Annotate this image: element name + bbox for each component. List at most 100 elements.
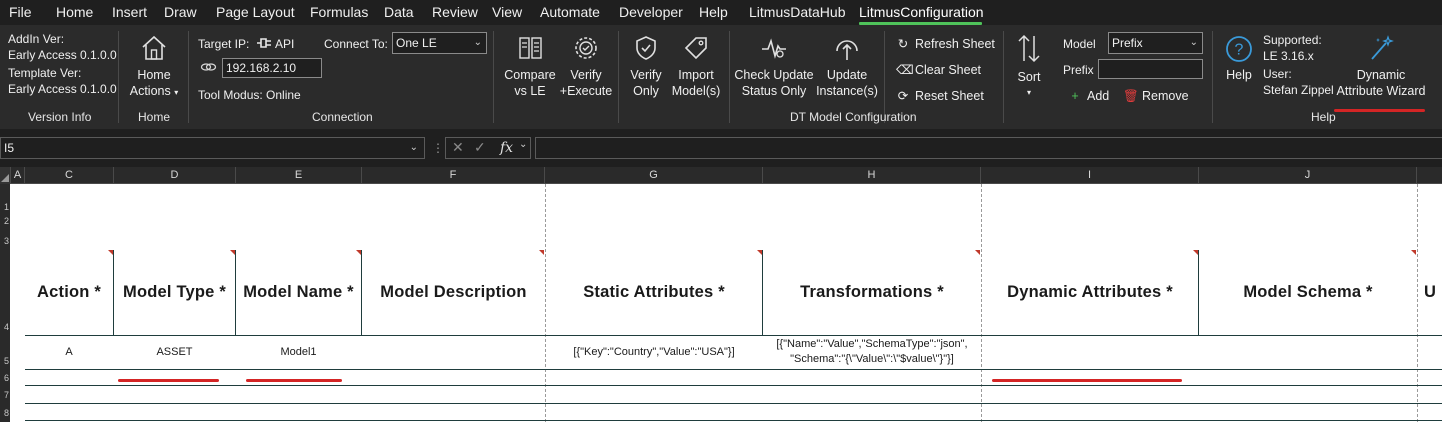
verify-execute-label-1: Verify <box>570 68 602 82</box>
column-headers: A C D E F G H I J <box>0 167 1442 184</box>
column-header-d[interactable]: D <box>114 167 236 184</box>
shield-check-icon <box>636 36 656 60</box>
column-header-partial[interactable] <box>1417 167 1442 184</box>
update-instances-button[interactable]: Update Instance(s) <box>816 33 878 99</box>
header-dynamic-attributes[interactable]: Dynamic Attributes * <box>981 250 1199 335</box>
remove-button[interactable]: 🗑 Remove <box>1123 88 1189 104</box>
cell-model-type[interactable]: ASSET <box>114 346 235 358</box>
connect-to-select[interactable]: One LE ⌄ <box>392 32 487 54</box>
ribbon-separator <box>188 31 189 123</box>
function-icon[interactable]: fx <box>500 140 513 156</box>
gear-check-icon <box>575 37 597 59</box>
sort-button[interactable]: Sort ▾ <box>1009 33 1049 101</box>
reset-sheet-button[interactable]: ⟳ Reset Sheet <box>896 88 984 104</box>
dynamic-attribute-wizard-button[interactable]: Dynamic Attribute Wizard <box>1334 33 1428 99</box>
column-header-i[interactable]: I <box>981 167 1199 184</box>
cell-transformations[interactable]: [{"Name":"Value","SchemaType":"json", "S… <box>763 337 981 367</box>
row-header-8[interactable]: 8 <box>0 408 10 418</box>
cell-action[interactable]: A <box>25 346 113 358</box>
row-header-6[interactable]: 6 <box>0 373 10 383</box>
header-model-schema[interactable]: Model Schema * <box>1199 250 1417 335</box>
target-ip-input[interactable]: 192.168.2.10 <box>222 58 322 78</box>
svg-text:?: ? <box>1235 42 1244 59</box>
home-actions-button[interactable]: Home Actions ▾ <box>124 33 184 101</box>
import-models-button[interactable]: Import Model(s) <box>668 33 724 99</box>
header-model-type[interactable]: Model Type * <box>114 250 235 335</box>
clear-sheet-button[interactable]: ⌫Clear Sheet <box>896 62 981 78</box>
spreadsheet-grid[interactable]: Action * Model Type * Model Name * Model… <box>0 184 1442 422</box>
row-header-1[interactable]: 1 <box>0 202 10 212</box>
column-header-a[interactable]: A <box>11 167 25 184</box>
row-header-2[interactable]: 2 <box>0 216 10 226</box>
cell-static-attributes[interactable]: [{"Key":"Country","Value":"USA"}] <box>545 346 763 358</box>
cell-model-name[interactable]: Model1 <box>236 346 361 358</box>
header-action[interactable]: Action * <box>25 250 113 335</box>
link-icon <box>200 63 217 71</box>
prefix-input[interactable] <box>1098 59 1203 79</box>
menu-page-layout[interactable]: Page Layout <box>216 4 295 20</box>
verify-execute-button[interactable]: Verify +Execute <box>558 33 614 99</box>
drag-handle-icon[interactable]: ⋮ <box>432 141 444 155</box>
menu-developer[interactable]: Developer <box>619 4 683 20</box>
import-models-label-1: Import <box>678 68 714 82</box>
row-border <box>25 385 1442 386</box>
eraser-icon: ⌫ <box>896 63 914 77</box>
menu-automate[interactable]: Automate <box>540 4 600 20</box>
trash-icon: 🗑 <box>1123 89 1139 103</box>
check-icon[interactable]: ✓ <box>474 139 486 156</box>
formula-input[interactable] <box>535 137 1442 159</box>
cancel-icon[interactable]: ✕ <box>452 139 464 156</box>
select-all-corner[interactable] <box>0 167 11 184</box>
menu-draw[interactable]: Draw <box>164 4 197 20</box>
menu-formulas[interactable]: Formulas <box>310 4 368 20</box>
menu-file[interactable]: File <box>9 4 32 20</box>
column-header-j[interactable]: J <box>1199 167 1417 184</box>
row-header-5[interactable]: 5 <box>0 356 10 366</box>
column-header-h[interactable]: H <box>763 167 981 184</box>
menu-review[interactable]: Review <box>432 4 478 20</box>
supported-value: LE 3.16.x <box>1263 49 1314 63</box>
menu-data[interactable]: Data <box>384 4 414 20</box>
model-select[interactable]: Prefix ⌄ <box>1108 32 1203 54</box>
row-header-7[interactable]: 7 <box>0 390 10 400</box>
verify-only-button[interactable]: Verify Only <box>624 33 668 99</box>
header-model-description[interactable]: Model Description <box>362 250 545 335</box>
add-button[interactable]: + Add <box>1068 88 1109 104</box>
group-label-help: Help <box>1311 110 1336 124</box>
compare-vs-le-button[interactable]: Compare vs LE <box>500 33 560 99</box>
column-header-c[interactable]: C <box>25 167 114 184</box>
column-header-g[interactable]: G <box>545 167 763 184</box>
row-border <box>25 335 1442 336</box>
menu-insert[interactable]: Insert <box>112 4 147 20</box>
row-header-3[interactable]: 3 <box>0 236 10 246</box>
row-header-4[interactable]: 4 <box>0 322 10 332</box>
prefix-label: Prefix <box>1063 63 1094 77</box>
menu-home[interactable]: Home <box>56 4 93 20</box>
cell-transformations-line-2: "Schema":"{\"Value\":\"$value\"}"}] <box>790 353 954 365</box>
home-actions-label-2-text: Actions <box>129 84 171 98</box>
menu-litmus-configuration[interactable]: LitmusConfiguration <box>859 4 984 20</box>
help-button[interactable]: ? Help <box>1220 35 1258 83</box>
name-box[interactable]: I5 ⌄ <box>0 137 425 159</box>
refresh-sheet-button[interactable]: ↻ Refresh Sheet <box>896 36 995 52</box>
column-header-f[interactable]: F <box>362 167 545 184</box>
home-actions-label-2: Actions ▾ <box>124 83 184 101</box>
check-update-label-2: Status Only <box>741 84 807 98</box>
ribbon-separator <box>1212 31 1213 123</box>
header-partial[interactable]: U <box>1424 250 1442 335</box>
name-box-value: I5 <box>4 141 15 155</box>
menu-view[interactable]: View <box>492 4 522 20</box>
column-header-e[interactable]: E <box>236 167 362 184</box>
import-models-label-2: Model(s) <box>671 84 721 98</box>
menu-litmus-data-hub[interactable]: LitmusDataHub <box>749 4 846 20</box>
remove-label: Remove <box>1142 89 1189 103</box>
header-static-attributes[interactable]: Static Attributes * <box>545 250 763 335</box>
annotation-underline <box>992 379 1182 382</box>
sort-label: Sort <box>1017 70 1041 84</box>
tag-icon <box>684 37 707 60</box>
header-model-name[interactable]: Model Name * <box>236 250 361 335</box>
menu-help[interactable]: Help <box>699 4 728 20</box>
header-transformations[interactable]: Transformations * <box>763 250 981 335</box>
check-update-status-button[interactable]: Check Update Status Only <box>734 33 814 99</box>
chevron-down-icon[interactable]: ⌄ <box>519 139 527 150</box>
